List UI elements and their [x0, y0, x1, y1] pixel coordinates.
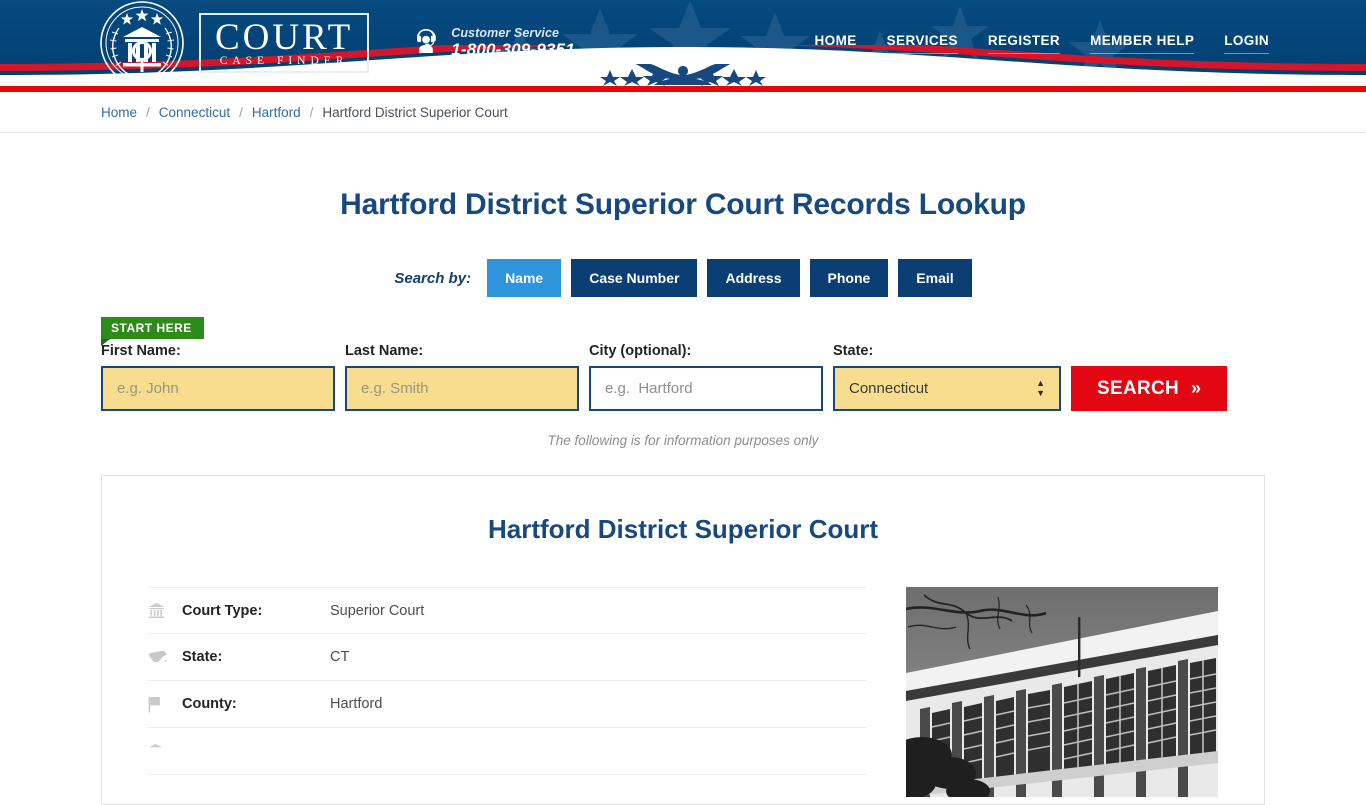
partial-icon [148, 743, 182, 760]
logo-word-main: COURT [215, 17, 354, 59]
page-title: Hartford District Superior Court Records… [340, 188, 1026, 221]
nav-item-register[interactable]: REGISTER [987, 33, 1061, 54]
headset-support-icon [411, 26, 441, 61]
header-red-rule [0, 86, 1366, 92]
court-seal-icon [99, 0, 185, 86]
select-stepper-icon: ▲ ▼ [1036, 378, 1045, 398]
court-facts-list: Court Type: Superior Court State: CT Cou… [148, 587, 866, 797]
tab-address[interactable]: Address [707, 259, 800, 297]
city-group: City (optional): [589, 343, 823, 411]
fact-key-court-type: Court Type: [182, 602, 263, 619]
tab-case-number[interactable]: Case Number [571, 259, 698, 297]
city-input[interactable] [589, 366, 823, 411]
last-name-group: Last Name: [345, 343, 579, 411]
search-by-label: Search by: [394, 269, 472, 287]
fact-row-county: County: Hartford [148, 681, 866, 728]
nav-item-login[interactable]: LOGIN [1224, 33, 1269, 54]
fact-key-state: State: [182, 649, 223, 665]
flag-icon [148, 696, 182, 713]
nav-item-home[interactable]: HOME [814, 33, 857, 54]
customer-service-phone[interactable]: 1-800-309-9351 [451, 40, 575, 60]
main-content: Hartford District Superior Court Records… [93, 188, 1273, 805]
tab-email[interactable]: Email [898, 259, 972, 297]
last-name-label: Last Name: [345, 343, 424, 359]
site-logo[interactable]: COURT CASE FINDER [93, 0, 370, 86]
customer-service-block: Customer Service 1-800-309-9351 [411, 26, 575, 61]
tab-phone[interactable]: Phone [809, 259, 889, 297]
breadcrumb: Home / Connecticut / Hartford / Hartford… [93, 92, 1273, 132]
tab-name[interactable]: Name [487, 259, 562, 297]
logo-wordmark: COURT CASE FINDER [199, 13, 370, 73]
nav-item-member-help[interactable]: MEMBER HELP [1090, 33, 1195, 54]
start-here-badge: START HERE [101, 317, 204, 346]
chevron-right-double-icon: » [1191, 378, 1202, 398]
fact-key-county: County: [182, 696, 237, 712]
breadcrumb-item-hartford[interactable]: Hartford [252, 105, 301, 120]
fact-value-court-type: Superior Court [330, 602, 425, 619]
fact-value-state: CT [330, 649, 350, 665]
site-header: COURT CASE FINDER Customer Service 1-800… [0, 0, 1366, 86]
fact-row-state: State: CT [148, 634, 866, 681]
last-name-input[interactable] [345, 366, 579, 411]
nav-item-services[interactable]: SERVICES [886, 33, 958, 54]
search-button[interactable]: SEARCH » [1071, 366, 1228, 411]
breadcrumb-item-home[interactable]: Home [101, 105, 137, 120]
first-name-group: First Name: [101, 343, 335, 411]
court-detail-card: Hartford District Superior Court Court T… [101, 475, 1265, 805]
state-group: State: Connecticut ▲ ▼ [833, 343, 1061, 411]
info-note: The following is for information purpose… [547, 433, 819, 448]
first-name-label: First Name: [101, 343, 181, 359]
breadcrumb-item-connecticut[interactable]: Connecticut [159, 105, 230, 120]
logo-word-sub: CASE FINDER [219, 55, 349, 68]
main-navigation: HOME SERVICES REGISTER MEMBER HELP LOGIN [814, 33, 1273, 54]
search-by-tabs: Search by: Name Case Number Address Phon… [101, 259, 1265, 297]
state-label: State: [833, 343, 874, 359]
court-name-heading: Hartford District Superior Court [487, 514, 879, 544]
state-select-value: Connecticut [849, 380, 929, 397]
breadcrumb-item-current: Hartford District Superior Court [322, 104, 508, 120]
records-search-form: First Name: Last Name: City (optional): … [101, 343, 1265, 411]
fact-value-county: Hartford [330, 696, 383, 712]
courthouse-icon [148, 602, 182, 619]
breadcrumb-separator: / [239, 104, 243, 120]
customer-service-label: Customer Service [451, 26, 560, 41]
breadcrumb-separator: / [146, 104, 150, 120]
fact-row-court-type: Court Type: Superior Court [148, 587, 866, 634]
first-name-input[interactable] [101, 366, 335, 411]
courthouse-photo [906, 587, 1218, 797]
us-map-icon [148, 650, 182, 664]
search-button-label: SEARCH [1097, 377, 1180, 399]
city-label: City (optional): [589, 343, 692, 359]
state-select[interactable]: Connecticut ▲ ▼ [833, 366, 1061, 411]
breadcrumb-separator: / [309, 104, 314, 120]
